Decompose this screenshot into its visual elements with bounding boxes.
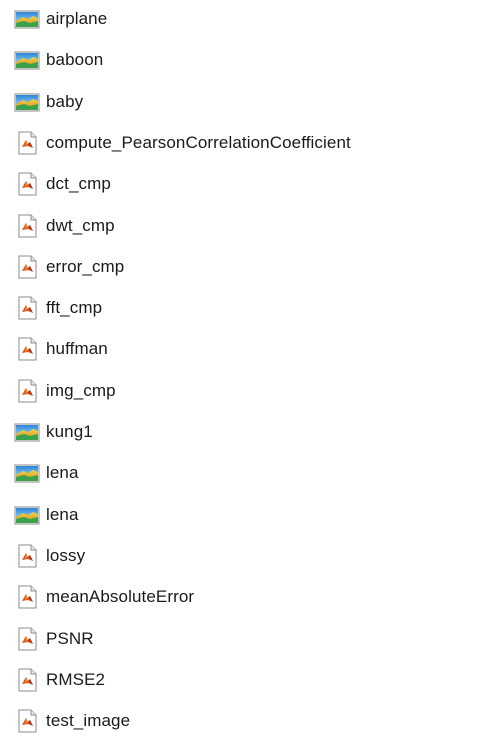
file-name: lena bbox=[46, 504, 79, 524]
file-item[interactable]: lena bbox=[14, 500, 79, 530]
file-item[interactable]: kung1 bbox=[14, 417, 93, 447]
file-item[interactable]: compute_PearsonCorrelationCoefficient bbox=[14, 128, 351, 158]
file-item[interactable]: lena bbox=[14, 458, 79, 488]
image-file-icon bbox=[14, 502, 40, 528]
file-name: baboon bbox=[46, 50, 104, 70]
file-list: airplane baboon baby compute_PearsonCorr… bbox=[0, 0, 479, 751]
matlab-file-icon bbox=[14, 336, 40, 362]
file-item[interactable]: test_image bbox=[14, 706, 130, 736]
file-item[interactable]: lossy bbox=[14, 541, 85, 571]
file-item[interactable]: fft_cmp bbox=[14, 293, 102, 323]
file-name: img_cmp bbox=[46, 380, 116, 400]
image-file-icon bbox=[14, 460, 40, 486]
file-name: PSNR bbox=[46, 628, 94, 648]
file-name: huffman bbox=[46, 339, 108, 359]
matlab-file-icon bbox=[14, 171, 40, 197]
file-name: fft_cmp bbox=[46, 298, 103, 318]
file-name: kung1 bbox=[46, 422, 93, 441]
file-item[interactable]: baboon bbox=[14, 45, 103, 75]
file-item[interactable]: baby bbox=[14, 87, 83, 117]
matlab-file-icon bbox=[14, 378, 40, 404]
file-name: error_cmp bbox=[46, 256, 125, 276]
file-item[interactable]: dct_cmp bbox=[14, 169, 111, 199]
file-name: baby bbox=[46, 91, 84, 111]
file-name: meanAbsoluteError bbox=[46, 587, 195, 607]
file-name: test_image bbox=[46, 711, 131, 731]
file-name: compute_PearsonCorrelationCoefficient bbox=[46, 132, 351, 152]
matlab-file-icon bbox=[14, 626, 40, 652]
matlab-file-icon bbox=[14, 213, 40, 239]
image-file-icon bbox=[14, 419, 40, 445]
matlab-file-icon bbox=[14, 295, 40, 321]
matlab-file-icon bbox=[14, 130, 40, 156]
file-item[interactable]: dwt_cmp bbox=[14, 211, 115, 241]
file-name: lossy bbox=[46, 545, 86, 565]
file-name: lena bbox=[46, 463, 79, 483]
file-item[interactable]: RMSE2 bbox=[14, 665, 105, 695]
file-name: airplane bbox=[46, 9, 108, 28]
matlab-file-icon bbox=[14, 543, 40, 569]
file-item[interactable]: airplane bbox=[14, 4, 107, 34]
image-file-icon bbox=[14, 47, 40, 73]
image-file-icon bbox=[14, 6, 40, 32]
file-item[interactable]: error_cmp bbox=[14, 252, 124, 282]
file-item[interactable]: huffman bbox=[14, 334, 108, 364]
matlab-file-icon bbox=[14, 584, 40, 610]
file-name: dwt_cmp bbox=[46, 215, 115, 235]
file-item[interactable]: img_cmp bbox=[14, 376, 116, 406]
matlab-file-icon bbox=[14, 667, 40, 693]
file-name: RMSE2 bbox=[46, 669, 106, 689]
image-file-icon bbox=[14, 89, 40, 115]
file-item[interactable]: PSNR bbox=[14, 624, 94, 654]
file-name: dct_cmp bbox=[46, 174, 111, 194]
file-item[interactable]: meanAbsoluteError bbox=[14, 582, 194, 612]
matlab-file-icon bbox=[14, 254, 40, 280]
matlab-file-icon bbox=[14, 708, 40, 734]
